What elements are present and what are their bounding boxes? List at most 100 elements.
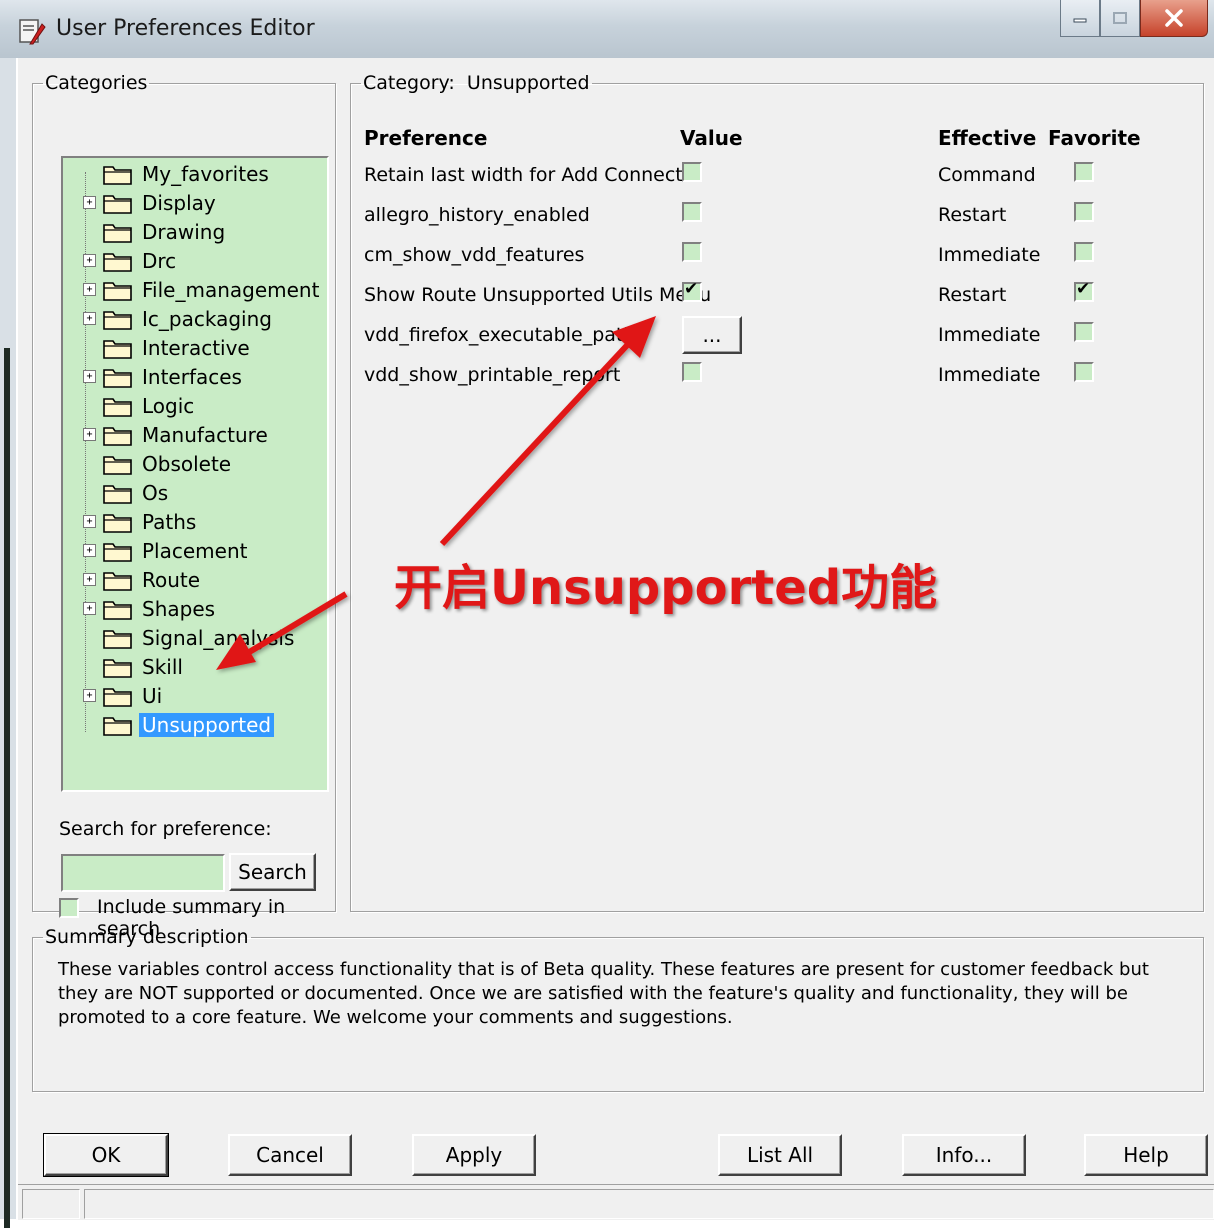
categories-group: Categories My_favorites + Display Drawing + D… [32, 72, 336, 940]
preference-name: vdd_show_printable_report [364, 364, 621, 386]
tree-item[interactable]: + Route [83, 565, 203, 594]
minimize-button[interactable] [1060, 0, 1100, 37]
effective-label: Immediate [938, 324, 1041, 346]
maximize-button[interactable] [1100, 0, 1140, 37]
tree-item[interactable]: + Paths [83, 507, 199, 536]
status-pane-1 [22, 1189, 80, 1219]
tree-item[interactable]: Os [103, 478, 171, 507]
title-bar[interactable]: User Preferences Editor [0, 0, 1214, 58]
app-icon [19, 19, 46, 45]
effective-label: Restart [938, 284, 1007, 306]
apply-button[interactable]: Apply [412, 1134, 536, 1176]
category-group: Category: Unsupported [350, 72, 1204, 912]
close-icon [1165, 9, 1183, 27]
list-all-button[interactable]: List All [718, 1134, 842, 1176]
value-checkbox[interactable] [682, 162, 702, 182]
window-left-edge [0, 58, 16, 1228]
effective-label: Immediate [938, 364, 1041, 386]
value-checkbox[interactable] [682, 279, 702, 302]
expand-icon[interactable]: + [83, 544, 96, 557]
folder-icon [103, 366, 133, 388]
effective-label: Command [938, 164, 1036, 186]
tree-item[interactable]: + Ui [83, 681, 165, 710]
tree-item[interactable]: Obsolete [103, 449, 234, 478]
categories-legend: Categories [45, 72, 148, 94]
preference-name: Show Route Unsupported Utils Menu [364, 284, 712, 306]
close-button[interactable] [1140, 0, 1208, 37]
tree-item[interactable]: + Ic_packaging [83, 304, 275, 333]
expand-icon[interactable]: + [83, 370, 96, 383]
expand-icon[interactable]: + [83, 254, 96, 267]
folder-icon [103, 714, 133, 736]
tree-item-label: Interactive [142, 335, 250, 360]
header-preference: Preference [364, 126, 488, 150]
value-checkbox[interactable] [682, 362, 702, 382]
preference-name: Retain last width for Add Connect [364, 164, 683, 186]
maximize-icon [1113, 12, 1127, 24]
tree-item[interactable]: + Shapes [83, 594, 218, 623]
folder-icon [103, 482, 133, 504]
folder-icon [103, 511, 133, 533]
info-button[interactable]: Info... [902, 1134, 1026, 1176]
tree-item[interactable]: Signal_analysis [103, 623, 297, 652]
value-checkbox[interactable] [682, 202, 702, 222]
include-summary-checkbox[interactable] [59, 898, 79, 918]
search-button[interactable]: Search [229, 853, 316, 891]
help-button[interactable]: Help [1084, 1134, 1208, 1176]
favorite-checkbox[interactable] [1074, 322, 1094, 342]
tree-item-label: My_favorites [142, 161, 269, 186]
annotation-label: 开启Unsupported功能 [394, 560, 938, 616]
tree-item-label: File_management [142, 277, 320, 302]
tree-item[interactable]: + Interfaces [83, 362, 245, 391]
favorite-checkbox[interactable] [1074, 162, 1094, 182]
tree-item[interactable]: Logic [103, 391, 197, 420]
preference-name: vdd_firefox_executable_path [364, 324, 636, 346]
tree-item[interactable]: + Drc [83, 246, 179, 275]
folder-icon [103, 163, 133, 185]
preference-name: allegro_history_enabled [364, 204, 590, 226]
header-favorite: Favorite [1048, 126, 1141, 150]
favorite-checkbox[interactable] [1074, 202, 1094, 222]
expand-icon[interactable]: + [83, 428, 96, 441]
folder-icon [103, 540, 133, 562]
tree-item[interactable]: Interactive [103, 333, 253, 362]
tree-item[interactable]: Unsupported [103, 710, 275, 739]
favorite-checkbox[interactable] [1074, 362, 1094, 382]
folder-icon [103, 337, 133, 359]
minimize-icon [1073, 18, 1087, 23]
expand-icon[interactable]: + [83, 689, 96, 702]
tree-item-label: Paths [142, 509, 197, 534]
ok-button[interactable]: OK [43, 1133, 169, 1177]
favorite-checkbox[interactable] [1074, 279, 1094, 302]
expand-icon[interactable]: + [83, 196, 96, 209]
tree-item[interactable]: My_favorites [103, 159, 272, 188]
tree-item[interactable]: Drawing [103, 217, 228, 246]
expand-icon[interactable]: + [83, 283, 96, 296]
category-tree[interactable]: My_favorites + Display Drawing + Drc + File_man… [61, 156, 329, 792]
dialog-client: Categories My_favorites + Display Drawing + D… [16, 58, 1214, 1220]
effective-label: Immediate [938, 244, 1041, 266]
search-label: Search for preference: [59, 818, 272, 840]
tree-item-label: Unsupported [139, 712, 275, 737]
expand-icon[interactable]: + [83, 515, 96, 528]
tree-item-label: Shapes [142, 596, 216, 621]
tree-item[interactable]: + Manufacture [83, 420, 271, 449]
browse-button[interactable]: ... [682, 316, 742, 354]
folder-icon [103, 656, 133, 678]
value-checkbox[interactable] [682, 242, 702, 262]
cancel-button[interactable]: Cancel [228, 1134, 352, 1176]
folder-icon [103, 192, 133, 214]
expand-icon[interactable]: + [83, 602, 96, 615]
tree-item[interactable]: Skill [103, 652, 186, 681]
tree-item[interactable]: + Placement [83, 536, 250, 565]
favorite-checkbox[interactable] [1074, 242, 1094, 262]
expand-icon[interactable]: + [83, 573, 96, 586]
preferences-window: User Preferences Editor Categories My_fa… [0, 0, 1214, 1228]
search-input[interactable] [61, 854, 225, 892]
tree-item[interactable]: + File_management [83, 275, 322, 304]
expand-icon[interactable]: + [83, 312, 96, 325]
header-effective: Effective [938, 126, 1037, 150]
tree-item[interactable]: + Display [83, 188, 219, 217]
tree-item-label: Manufacture [142, 422, 268, 447]
folder-icon [103, 308, 133, 330]
